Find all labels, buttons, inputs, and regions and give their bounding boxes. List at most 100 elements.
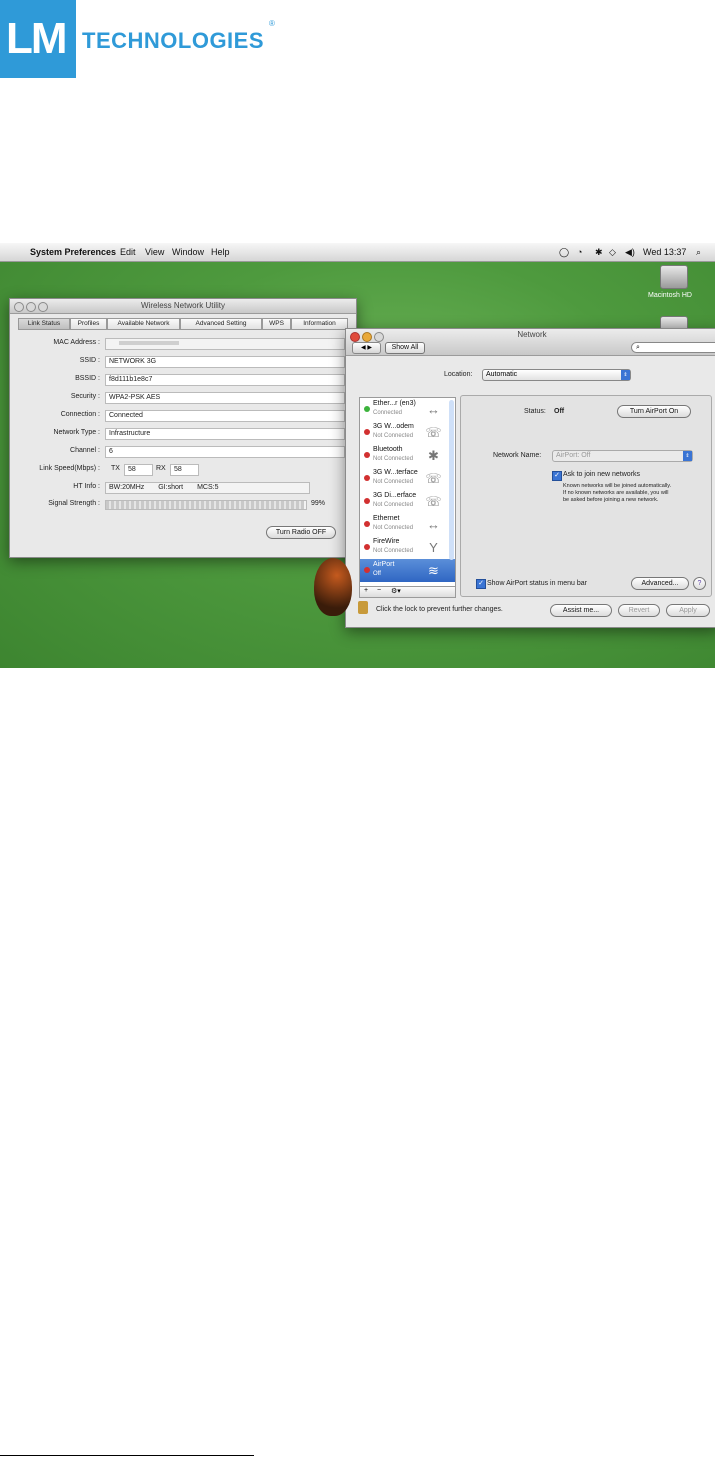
service-list-scrollbar[interactable] — [449, 400, 454, 560]
service-name: 3G Di...erface — [373, 492, 417, 499]
time-machine-icon[interactable]: ◔ — [577, 247, 582, 257]
turn-radio-off-button[interactable]: Turn Radio OFF — [266, 526, 336, 539]
select-arrows-icon: ⇕ — [621, 370, 630, 380]
connection-label: Connection : — [60, 411, 100, 418]
ask-join-help-3: be asked before joining a new network. — [563, 497, 659, 503]
service-item[interactable]: 3G W...terface Not Connected ☏ — [360, 467, 455, 490]
menu-app-name[interactable]: System Preferences — [30, 247, 116, 257]
menu-window[interactable]: Window — [172, 247, 204, 257]
signal-strength-percent: 99% — [311, 500, 326, 507]
lock-icon[interactable] — [358, 601, 368, 614]
company-logo: LM TECHNOLOGIES ® — [0, 0, 280, 80]
service-item[interactable]: Ethernet Not Connected ↔ — [360, 513, 455, 536]
close-icon[interactable] — [14, 302, 24, 312]
spotlight-icon[interactable]: ⌕ — [696, 247, 701, 258]
location-select[interactable]: Automatic ⇕ — [482, 369, 631, 381]
help-icon[interactable]: ? — [693, 577, 706, 590]
tab-advanced-setting[interactable]: Advanced Setting — [180, 318, 262, 330]
zoom-icon[interactable] — [38, 302, 48, 312]
service-type-icon: ↔ — [427, 402, 440, 417]
service-status-dot — [364, 544, 370, 550]
network-type-label: Network Type : — [53, 429, 100, 436]
bluetooth-icon[interactable]: ✱ — [595, 247, 603, 258]
tab-link-status[interactable]: Link Status — [18, 318, 70, 330]
service-status: Not Connected — [373, 433, 414, 439]
close-icon[interactable] — [350, 332, 360, 342]
service-status: Not Connected — [373, 502, 414, 508]
tx-label: TX — [111, 465, 120, 472]
service-list: Ether...r (en3) Connected ↔ 3G W...odem Not … — [359, 397, 456, 587]
service-item[interactable]: 3G Di...erface Not Connected ☏ — [360, 490, 455, 513]
add-service-button[interactable]: + — [364, 587, 368, 594]
tab-available-network[interactable]: Available Network — [107, 318, 180, 330]
search-icon[interactable]: ⌕ — [631, 342, 715, 353]
wireless-utility-window: Wireless Network Utility Link Status Pro… — [9, 298, 357, 558]
service-type-icon: ≋ — [428, 563, 439, 578]
volume-icon[interactable]: ◀) — [625, 247, 635, 258]
bssid-value: f8d111b1e8c7 — [105, 374, 345, 386]
zoom-icon[interactable] — [374, 332, 384, 342]
tab-profiles[interactable]: Profiles — [70, 318, 107, 330]
show-all-button[interactable]: Show All — [385, 342, 425, 354]
status-label: Status: — [524, 408, 546, 415]
rx-value: 58 — [170, 464, 199, 476]
apply-button[interactable]: Apply — [666, 604, 710, 617]
sync-icon[interactable]: ◯ — [559, 247, 569, 258]
menu-edit[interactable]: Edit — [120, 247, 136, 257]
service-status-dot — [364, 521, 370, 527]
service-status: Not Connected — [373, 456, 414, 462]
service-type-icon: ☏ — [425, 494, 442, 509]
service-action-button[interactable]: ⚙▾ — [391, 587, 401, 595]
service-item[interactable]: AirPort Off ≋ — [360, 559, 455, 582]
service-status-dot — [364, 452, 370, 458]
tab-information[interactable]: Information — [291, 318, 348, 330]
network-preferences-window: Network ◀ ▶ Show All ⌕ Location: Automat… — [345, 328, 715, 628]
service-item[interactable]: FireWire Not Connected Y — [360, 536, 455, 559]
connection-value: Connected — [105, 410, 345, 422]
advanced-button[interactable]: Advanced... — [631, 577, 689, 590]
assist-me-button[interactable]: Assist me... — [550, 604, 612, 617]
menu-clock[interactable]: Wed 13:37 — [643, 247, 686, 257]
minimize-icon[interactable] — [26, 302, 36, 312]
menu-view[interactable]: View — [145, 247, 164, 257]
bssid-label: BSSID : — [75, 375, 100, 382]
tab-wps[interactable]: WPS — [262, 318, 291, 330]
wifi-icon[interactable]: ◇ — [609, 247, 616, 258]
signal-strength-bar — [105, 500, 307, 510]
status-value: Off — [554, 408, 565, 415]
logo-mark: LM — [0, 0, 76, 78]
service-list-controls: + − ⚙▾ — [359, 586, 456, 598]
back-forward-icon[interactable]: ◀ ▶ — [352, 342, 381, 354]
channel-label: Channel : — [70, 447, 100, 454]
hard-disk-label: Macintosh HD — [648, 292, 692, 299]
minimize-icon[interactable] — [362, 332, 372, 342]
select-arrows-icon: ⇕ — [683, 451, 692, 461]
logo-brand-text: TECHNOLOGIES — [82, 28, 265, 53]
network-name-select[interactable]: AirPort: Off ⇕ — [552, 450, 693, 462]
service-item[interactable]: Ether...r (en3) Connected ↔ — [360, 398, 455, 421]
location-label: Location: — [444, 371, 473, 378]
channel-value: 6 — [105, 446, 345, 458]
show-status-checkbox[interactable]: ✓ — [476, 579, 486, 589]
service-item[interactable]: 3G W...odem Not Connected ☏ — [360, 421, 455, 444]
hard-disk-icon[interactable] — [660, 265, 688, 289]
service-type-icon: ☏ — [425, 471, 442, 486]
wireless-utility-titlebar[interactable]: Wireless Network Utility — [10, 299, 356, 314]
remove-service-button[interactable]: − — [377, 587, 381, 594]
ask-join-checkbox[interactable]: ✓ — [552, 471, 562, 481]
service-item[interactable]: Bluetooth Not Connected ✱ — [360, 444, 455, 467]
signal-strength-label: Signal Strength : — [48, 500, 100, 507]
service-status-dot — [364, 567, 370, 573]
ask-join-label: Ask to join new networks — [563, 471, 641, 478]
revert-button[interactable]: Revert — [618, 604, 660, 617]
show-status-label: Show AirPort status in menu bar — [487, 580, 587, 587]
ssid-value: NETWORK 3G — [105, 356, 345, 368]
service-status: Not Connected — [373, 525, 414, 531]
security-label: Security : — [70, 393, 100, 400]
turn-airport-on-button[interactable]: Turn AirPort On — [617, 405, 691, 418]
menu-help[interactable]: Help — [211, 247, 230, 257]
service-name: AirPort — [373, 561, 395, 568]
ht-info-label: HT Info : — [73, 483, 100, 490]
ask-join-help-2: If no known networks are available, you … — [563, 490, 669, 496]
service-type-icon: ✱ — [428, 448, 439, 463]
